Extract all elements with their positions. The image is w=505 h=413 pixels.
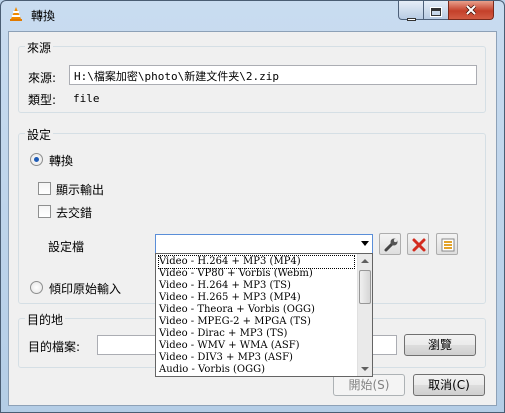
display-output-label: 顯示輸出 [56, 183, 105, 197]
scroll-down-button[interactable] [358, 362, 372, 376]
wrench-icon [384, 238, 398, 252]
vlc-cone-icon [10, 7, 22, 21]
display-output-checkbox[interactable] [38, 182, 51, 195]
profile-option[interactable]: Video - MPEG-2 + MPGA (TS) [159, 316, 354, 328]
chevron-down-icon [361, 241, 369, 246]
minimize-button[interactable] [398, 1, 424, 21]
maximize-button[interactable] [423, 1, 449, 20]
dropdown-scrollbar[interactable] [357, 254, 372, 376]
maximize-icon [424, 5, 448, 19]
cancel-button[interactable]: 取消(C) [413, 374, 485, 396]
close-icon [465, 5, 477, 15]
scroll-up-button[interactable] [358, 254, 372, 268]
profile-label: 設定檔 [48, 240, 85, 254]
profile-option[interactable]: Video - H.264 + MP3 (MP4) [158, 255, 355, 269]
start-button[interactable]: 開始(S) [333, 374, 405, 396]
dump-raw-radio[interactable] [30, 281, 43, 294]
destination-group-label: 目的地 [25, 311, 66, 328]
profile-option[interactable]: Video - Theora + Vorbis (OGG) [159, 304, 354, 316]
scrollbar-thumb[interactable] [359, 270, 371, 304]
profile-option[interactable]: Video - H.265 + MP3 (MP4) [159, 292, 354, 304]
dialog-body: 來源 來源: H:\檔案加密\photo\新建文件夹\2.zip 類型: fil… [8, 31, 497, 406]
new-profile-icon [441, 238, 455, 252]
convert-label: 轉換 [49, 154, 74, 168]
settings-group-label: 設定 [25, 126, 54, 143]
profile-option[interactable]: Video - H.264 + MP3 (TS) [159, 280, 354, 292]
deinterlace-label: 去交錯 [56, 206, 93, 220]
profile-option[interactable]: Audio - Vorbis (OGG) [159, 364, 354, 376]
profile-option[interactable]: Video - DIV3 + MP3 (ASF) [159, 352, 354, 364]
profile-option[interactable]: Video - VP80 + Vorbis (Webm) [159, 268, 354, 280]
dump-raw-label: 傾印原始輸入 [49, 282, 122, 296]
profile-dropdown-list[interactable]: Video - H.264 + MP3 (MP4) Video - VP80 + … [155, 253, 373, 377]
profile-combobox[interactable] [155, 234, 373, 254]
source-group-label: 來源 [25, 39, 54, 56]
convert-dialog: 轉換 來源 來源: H:\檔案加密\photo\新建文件夹\2.zip 類型: … [0, 0, 505, 413]
delete-profile-button[interactable] [407, 233, 429, 255]
window-title: 轉換 [31, 9, 56, 23]
type-label: 類型: [28, 93, 57, 107]
title-bar[interactable]: 轉換 [1, 1, 504, 29]
minimize-icon [399, 10, 423, 24]
close-button[interactable] [448, 1, 494, 20]
edit-profile-button[interactable] [379, 233, 401, 255]
browse-button[interactable]: 瀏覽 [404, 334, 476, 356]
type-value: file [73, 92, 100, 105]
arrow-up-icon [361, 259, 369, 263]
profile-option[interactable]: Video - WMV + WMA (ASF) [159, 340, 354, 352]
source-label: 來源: [28, 71, 57, 85]
profile-option[interactable]: Video - Dirac + MP3 (TS) [159, 328, 354, 340]
new-profile-button[interactable] [436, 233, 458, 255]
arrow-down-icon [361, 367, 369, 371]
source-path-field[interactable]: H:\檔案加密\photo\新建文件夹\2.zip [69, 65, 477, 85]
convert-radio[interactable] [30, 153, 43, 166]
deinterlace-checkbox[interactable] [38, 205, 51, 218]
delete-x-icon [412, 238, 426, 252]
destination-file-label: 目的檔案: [28, 340, 81, 354]
